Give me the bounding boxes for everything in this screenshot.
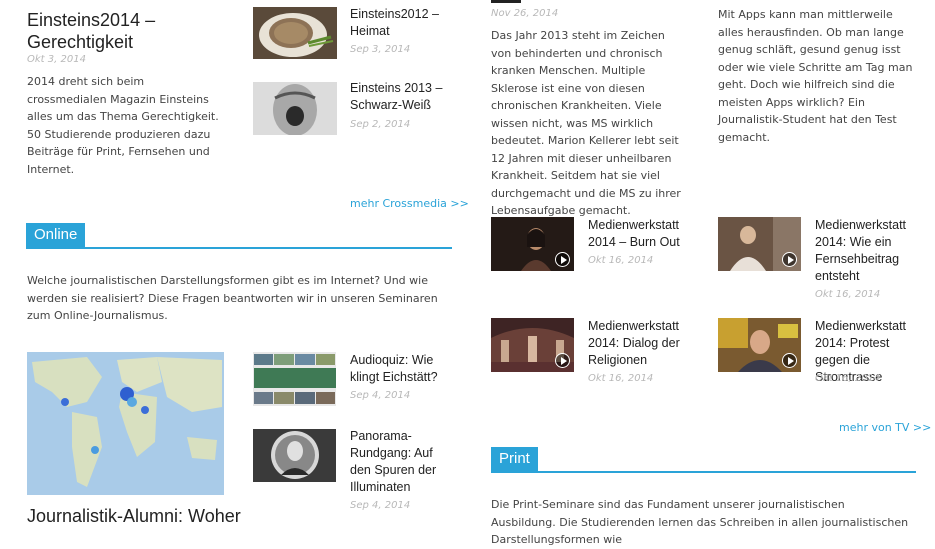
- crossmedia-item-date: Sep 2, 2014: [350, 119, 411, 130]
- print-section-header: Print: [491, 447, 916, 473]
- play-icon[interactable]: [555, 252, 570, 267]
- video-thumbnail-stromtrasse[interactable]: [718, 318, 801, 372]
- video-title[interactable]: Medienwerkstatt 2014: Wie ein Fernsehbei…: [815, 217, 915, 285]
- section-divider: [26, 247, 452, 249]
- play-icon[interactable]: [555, 353, 570, 368]
- online-item-date: Sep 4, 2014: [350, 390, 411, 401]
- crossmedia-main-date: Okt 3, 2014: [27, 54, 86, 65]
- crossmedia-item-title[interactable]: Einsteins2012 – Heimat: [350, 6, 440, 40]
- portrait-photo[interactable]: [253, 429, 336, 482]
- photo-grid[interactable]: [253, 352, 336, 406]
- video-date: Okt 16, 2014: [815, 289, 881, 300]
- online-item-date: Sep 4, 2014: [350, 500, 411, 511]
- crossmedia-main-text: 2014 dreht sich beim crossmedialen Magaz…: [27, 75, 219, 176]
- video-thumbnail-burnout[interactable]: [491, 217, 574, 271]
- section-divider: [491, 471, 916, 473]
- tv-top-text: Das Jahr 2013 steht im Zeichen von behin…: [491, 29, 681, 217]
- crossmedia-item-title[interactable]: Einsteins 2013 – Schwarz-Weiß: [350, 80, 445, 114]
- video-title[interactable]: Medienwerkstatt 2014 – Burn Out: [588, 217, 688, 251]
- online-item-title[interactable]: Audioquiz: Wie klingt Eichstätt?: [350, 352, 445, 386]
- print-intro: Die Print-Seminare sind das Fundament un…: [491, 498, 909, 546]
- online-section-header: Online: [26, 223, 452, 249]
- video-date: Okt 16, 2014: [588, 255, 654, 266]
- tv-top-date: Nov 26, 2014: [491, 8, 559, 19]
- video-date: Okt 16, 2014: [588, 373, 654, 384]
- online-intro: Welche journalistischen Darstellungsform…: [27, 274, 438, 322]
- play-icon[interactable]: [782, 353, 797, 368]
- crossmedia-main-title[interactable]: Einsteins2014 – Gerechtigkeit: [27, 9, 227, 53]
- video-date: Okt 16, 2014: [815, 373, 881, 384]
- more-tv-link[interactable]: mehr von TV >>: [839, 421, 931, 434]
- screaming-face-photo[interactable]: [253, 82, 337, 135]
- online-heading[interactable]: Online: [26, 223, 86, 247]
- online-item-title[interactable]: Panorama-Rundgang: Auf den Spuren der Il…: [350, 428, 450, 496]
- online-main-title[interactable]: Journalistik-Alumni: Woher: [27, 505, 247, 527]
- play-icon[interactable]: [782, 252, 797, 267]
- bread-photo[interactable]: [253, 7, 337, 59]
- video-title[interactable]: Medienwerkstatt 2014: Dialog der Religio…: [588, 318, 688, 369]
- world-map-image[interactable]: [27, 352, 224, 495]
- more-crossmedia-link[interactable]: mehr Crossmedia >>: [350, 197, 469, 210]
- video-thumbnail-fernsehbeitrag[interactable]: [718, 217, 801, 271]
- cut-off-title: [491, 0, 521, 3]
- print-heading[interactable]: Print: [491, 447, 538, 471]
- video-thumbnail-religionen[interactable]: [491, 318, 574, 372]
- tv-right-text: Mit Apps kann man mittlerweile alles her…: [718, 8, 913, 144]
- crossmedia-item-date: Sep 3, 2014: [350, 44, 411, 55]
